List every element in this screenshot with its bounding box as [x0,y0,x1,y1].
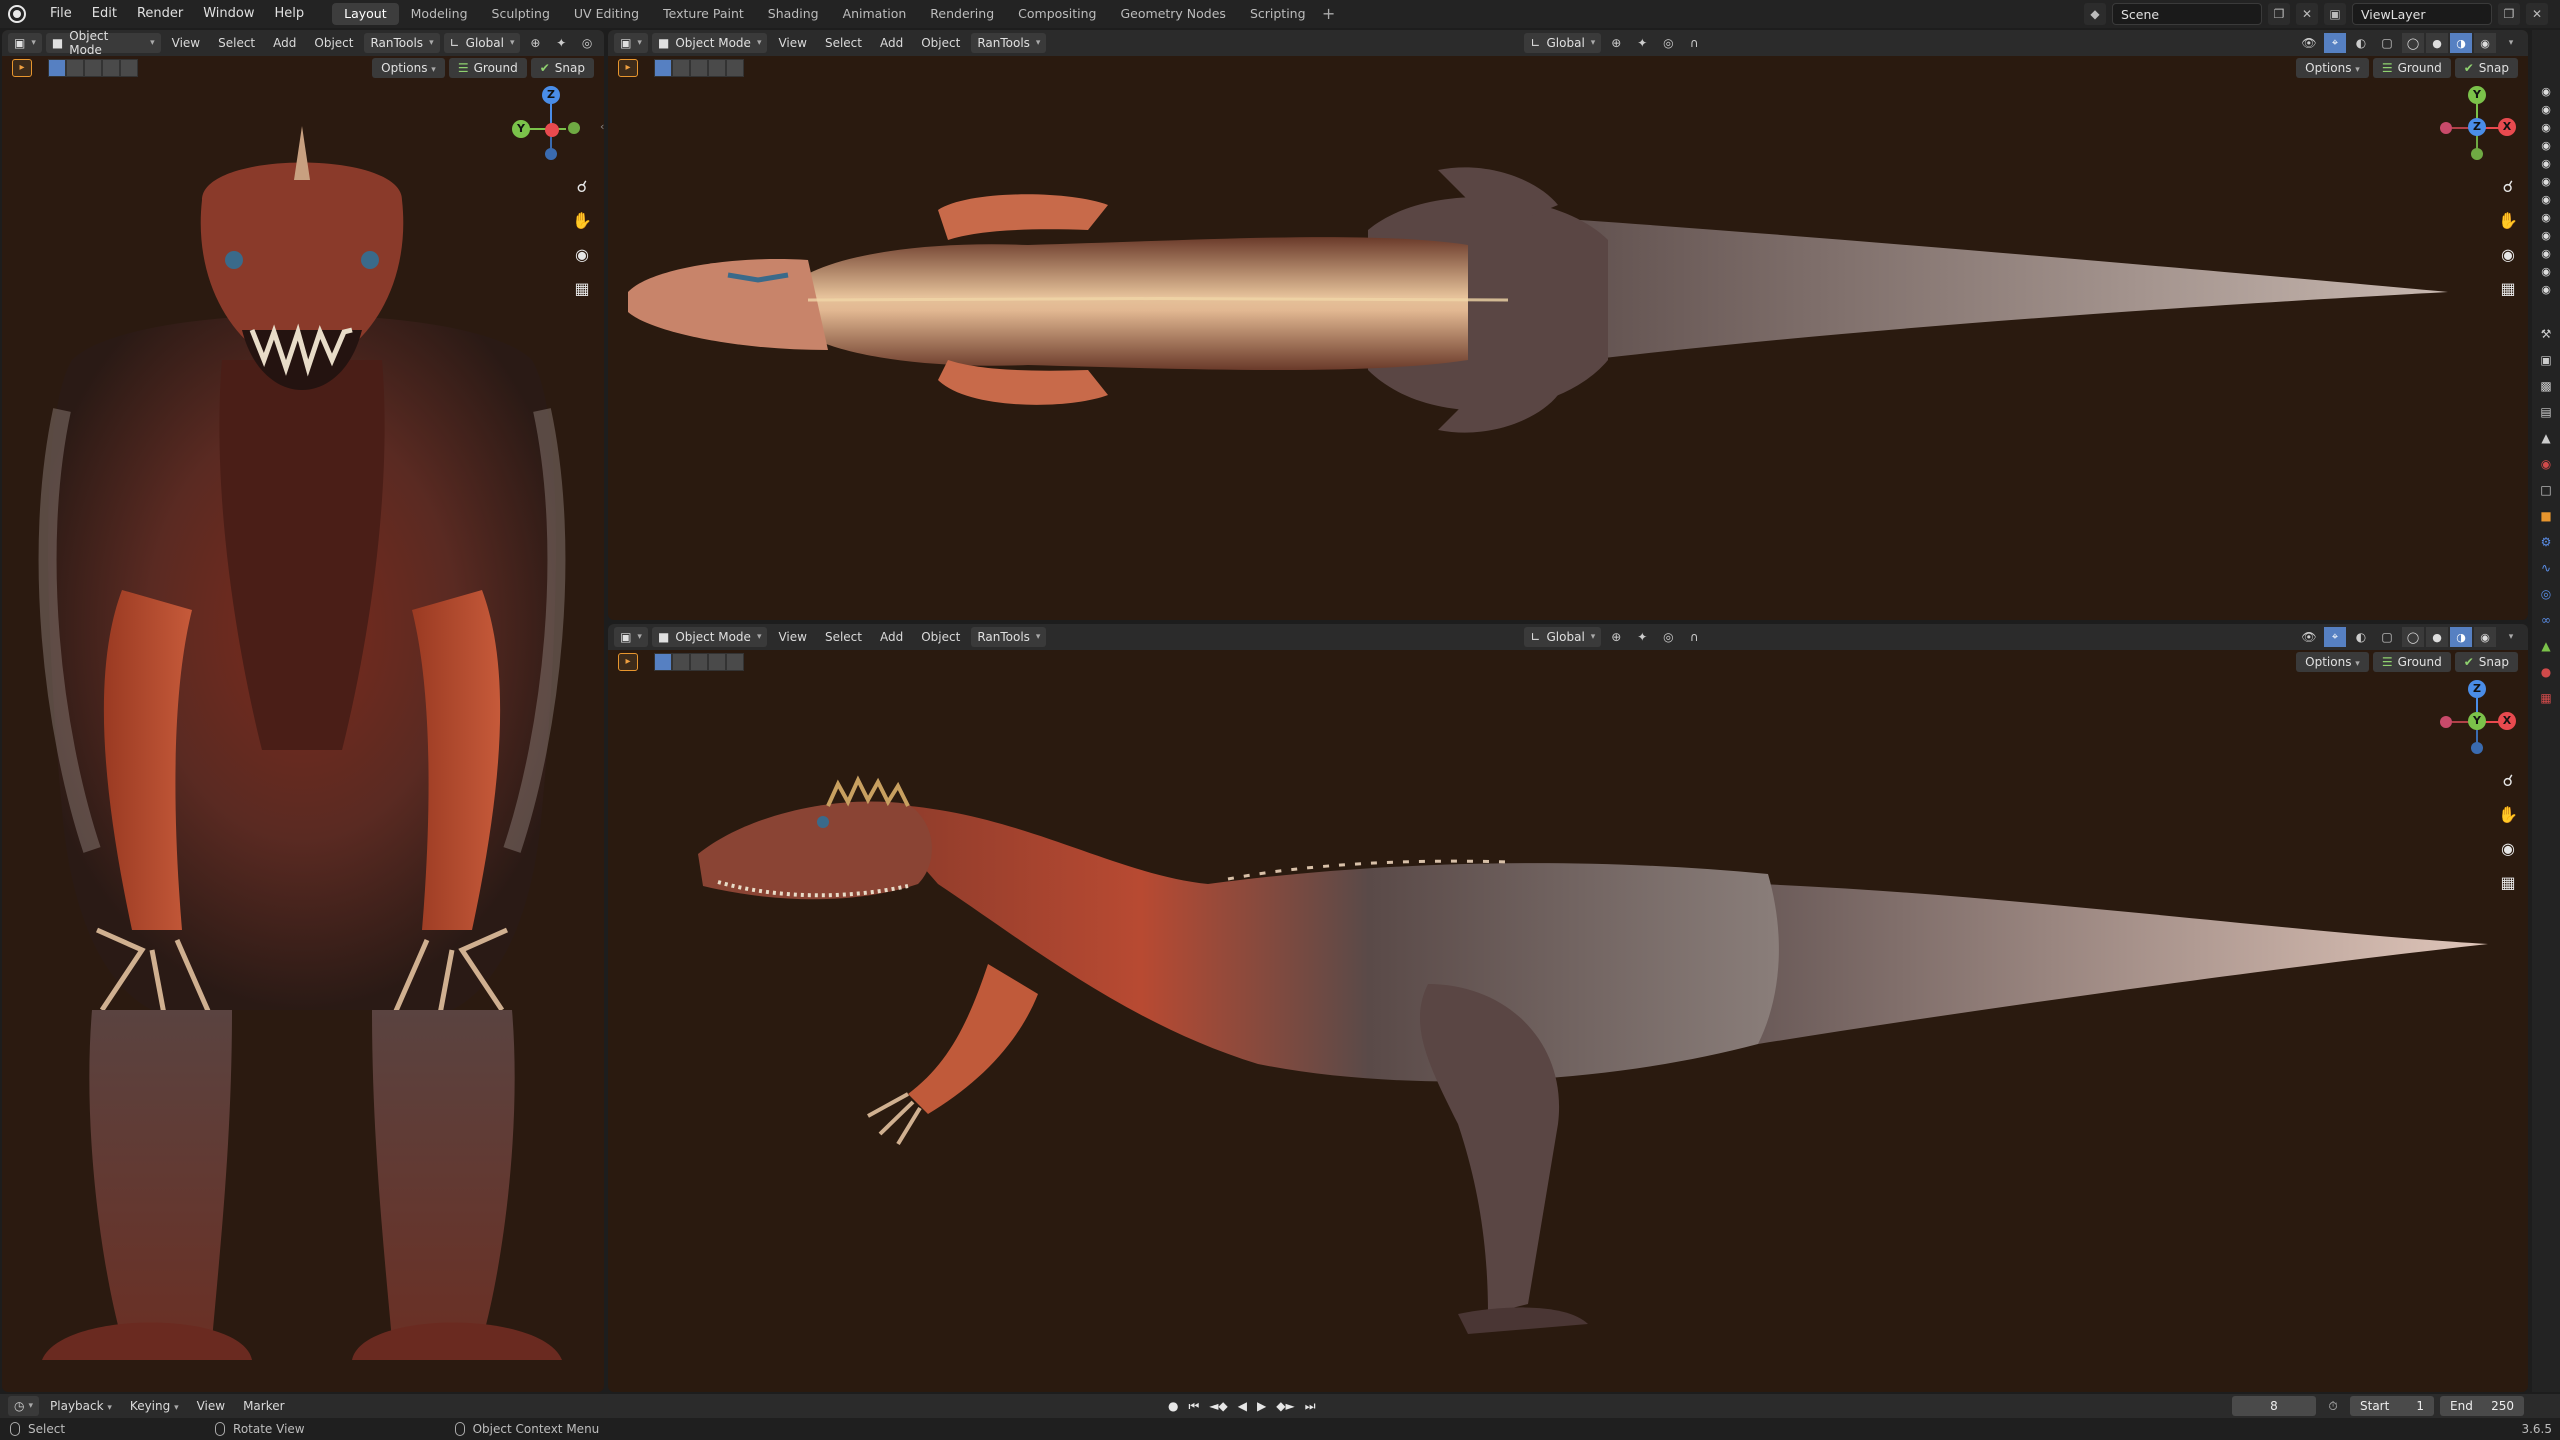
tab-modeling[interactable]: Modeling [399,3,480,25]
constraint-properties-icon[interactable]: ∞ [2536,610,2556,630]
menu-marker[interactable]: Marker [236,1399,291,1413]
version-label: 3.6.5 [2521,1422,2552,1436]
jump-start-icon[interactable]: ⏮ [1188,1399,1199,1414]
menu-edit[interactable]: Edit [82,0,127,28]
status-select-label: Select [28,1422,66,1436]
camera-icon[interactable]: ◉ [2538,248,2554,260]
right-mouse-icon [454,1422,465,1436]
status-hint-context: Object Context Menu [454,1422,600,1436]
camera-icon[interactable]: ◉ [2538,140,2554,152]
status-rotate-label: Rotate View [233,1422,305,1436]
workspace-tabs: Layout Modeling Sculpting UV Editing Tex… [332,0,1339,28]
start-frame-field[interactable]: Start 1 [2350,1396,2434,1416]
tab-geometry-nodes[interactable]: Geometry Nodes [1109,3,1238,25]
start-value: 1 [2416,1399,2424,1413]
stopwatch-icon[interactable]: ⏱ [2322,1399,2344,1414]
dinosaur-top-view [628,167,2448,433]
top-menu-bar: File Edit Render Window Help Layout Mode… [0,0,2560,28]
tab-uv-editing[interactable]: UV Editing [562,3,651,25]
blender-logo-icon[interactable] [8,5,26,23]
status-hint-rotate: Rotate View [215,1422,305,1436]
dinosaur-front-view [38,126,566,1360]
material-properties-icon[interactable]: ● [2536,662,2556,682]
object-properties-icon[interactable]: ■ [2536,506,2556,526]
camera-icon[interactable]: ◉ [2538,158,2554,170]
end-value: 250 [2491,1399,2514,1413]
particles-properties-icon[interactable]: ∿ [2536,558,2556,578]
viewport-side[interactable]: ▣ ▾ ■ Object Mode ▾ View Select Add Object … [608,624,2528,1392]
new-view-layer-icon[interactable]: ❐ [2498,3,2520,25]
view-layer-name-field[interactable]: ViewLayer [2352,3,2492,25]
status-context-label: Object Context Menu [472,1422,600,1436]
camera-icon[interactable]: ◉ [2538,230,2554,242]
delete-scene-icon[interactable]: ✕ [2296,3,2318,25]
tool-properties-icon[interactable]: ⚒ [2536,324,2556,344]
properties-strip: ◉ ◉ ◉ ◉ ◉ ◉ ◉ ◉ ◉ ◉ ◉ ◉ ⚒ ▣ ▩ ▤ ▲ ◉ □ ■ … [2532,30,2560,1392]
camera-icon[interactable]: ◉ [2538,104,2554,116]
viewport-front[interactable]: ▣ ▾ ■ Object Mode ▾ View Select Add Object … [2,30,604,1392]
next-keyframe-icon[interactable]: ◆► [1276,1399,1294,1414]
tab-rendering[interactable]: Rendering [918,3,1006,25]
timeline-editor-dropdown[interactable]: ◷ ▾ [8,1396,40,1416]
current-frame-field[interactable]: 8 [2232,1396,2316,1416]
tab-shading[interactable]: Shading [756,3,831,25]
scene-properties-icon[interactable]: ▲ [2536,428,2556,448]
status-hint-select: Select [10,1422,65,1436]
scene-name-field[interactable]: Scene [2112,3,2262,25]
output-properties-icon[interactable]: ▩ [2536,376,2556,396]
camera-icon[interactable]: ◉ [2538,266,2554,278]
menu-file[interactable]: File [40,0,82,28]
viewport-top[interactable]: ▣ ▾ ■ Object Mode ▾ View Select Add Object … [608,30,2528,620]
play-reverse-icon[interactable]: ◀ [1238,1399,1247,1414]
jump-end-icon[interactable]: ⏭ [1305,1399,1316,1414]
render-properties-icon[interactable]: ▣ [2536,350,2556,370]
add-workspace-icon[interactable]: + [1318,3,1340,25]
frame-range: 8 ⏱ Start 1 End 250 [2232,1396,2524,1416]
menu-playback[interactable]: Playback ▾ [43,1399,119,1413]
start-label: Start [2360,1399,2390,1413]
playback-label: Playback [50,1399,104,1413]
scene-icon[interactable]: ◆ [2084,3,2106,25]
record-icon[interactable]: ● [1168,1399,1178,1414]
camera-icon[interactable]: ◉ [2538,86,2554,98]
menu-keying[interactable]: Keying ▾ [123,1399,186,1413]
tab-compositing[interactable]: Compositing [1006,3,1108,25]
left-mouse-icon [10,1422,20,1436]
tab-animation[interactable]: Animation [831,3,919,25]
tab-texture-paint[interactable]: Texture Paint [651,3,756,25]
view-layer-properties-icon[interactable]: ▤ [2536,402,2556,422]
view-layer-icon[interactable]: ▣ [2324,3,2346,25]
play-icon[interactable]: ▶ [1257,1399,1266,1414]
menu-help[interactable]: Help [265,0,315,28]
camera-icon[interactable]: ◉ [2538,176,2554,188]
middle-mouse-icon [215,1422,226,1436]
end-frame-field[interactable]: End 250 [2440,1396,2524,1416]
tab-sculpting[interactable]: Sculpting [480,3,562,25]
world-properties-icon[interactable]: ◉ [2536,454,2556,474]
camera-icon[interactable]: ◉ [2538,122,2554,134]
modifier-properties-icon[interactable]: ⚙ [2536,532,2556,552]
tab-layout[interactable]: Layout [332,3,399,25]
camera-icon[interactable]: ◉ [2538,194,2554,206]
prev-keyframe-icon[interactable]: ◄◆ [1209,1399,1227,1414]
data-properties-icon[interactable]: ▲ [2536,636,2556,656]
camera-icon[interactable]: ◉ [2538,212,2554,224]
collection-properties-icon[interactable]: □ [2536,480,2556,500]
menu-view[interactable]: View [190,1399,232,1413]
dinosaur-side-view [698,775,2488,1334]
camera-icon[interactable]: ◉ [2538,284,2554,296]
end-label: End [2450,1399,2473,1413]
status-bar: Select Rotate View Object Context Menu 3… [0,1418,2560,1440]
top-right-controls: ◆ Scene ❐ ✕ ▣ ViewLayer ❐ ✕ [2084,3,2560,25]
playback-controls: ● ⏮ ◄◆ ◀ ▶ ◆► ⏭ [1168,1399,1316,1414]
menu-window[interactable]: Window [193,0,264,28]
keying-label: Keying [129,1399,171,1413]
physics-properties-icon[interactable]: ◎ [2536,584,2556,604]
new-scene-icon[interactable]: ❐ [2268,3,2290,25]
menu-render[interactable]: Render [127,0,193,28]
tab-scripting[interactable]: Scripting [1238,3,1318,25]
texture-properties-icon[interactable]: ▦ [2536,688,2556,708]
timeline-header: ◷ ▾ Playback ▾ Keying ▾ View Marker ● ⏮ ◄… [0,1394,2560,1418]
delete-view-layer-icon[interactable]: ✕ [2526,3,2548,25]
